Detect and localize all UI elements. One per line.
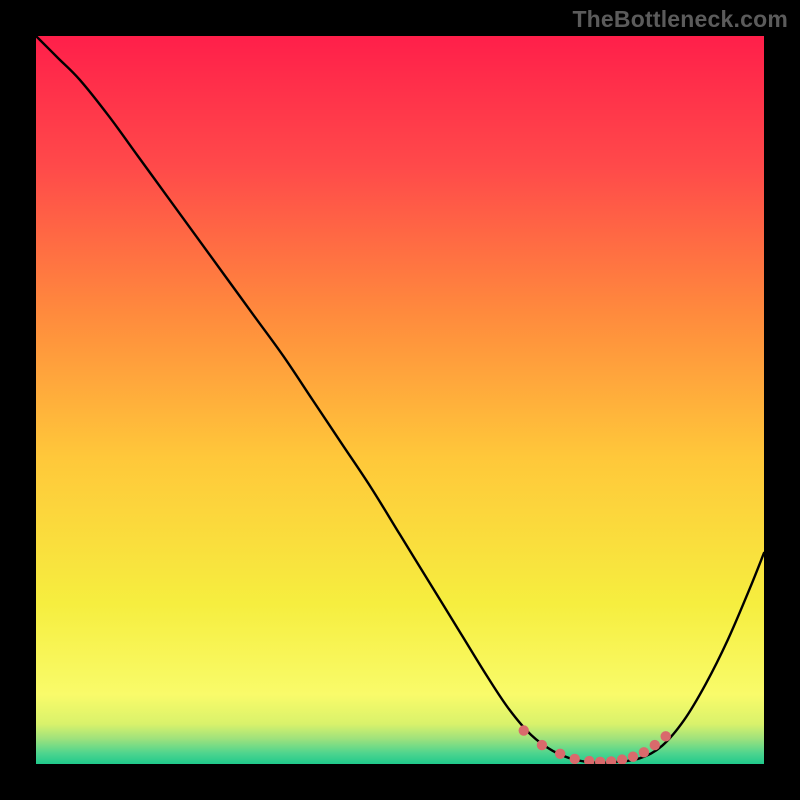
gradient-bg xyxy=(36,36,764,764)
chart-area xyxy=(36,36,764,764)
min-region-dot xyxy=(519,725,529,735)
min-region-dot xyxy=(661,731,671,741)
min-region-dot xyxy=(570,754,580,764)
min-region-dot xyxy=(650,740,660,750)
min-region-dot xyxy=(628,752,638,762)
min-region-dot xyxy=(537,740,547,750)
min-region-dot xyxy=(639,747,649,757)
min-region-dot xyxy=(555,749,565,759)
chart-svg xyxy=(36,36,764,764)
watermark-text: TheBottleneck.com xyxy=(572,6,788,33)
